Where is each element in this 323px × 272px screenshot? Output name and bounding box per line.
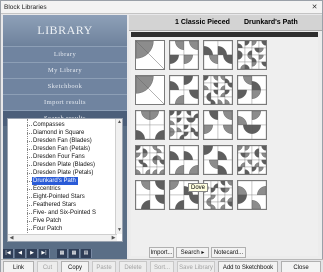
tree-item-diamond-in-square[interactable]: Diamond in Square [32,129,84,137]
grid-medium-icon[interactable]: ▦ [69,249,80,258]
block-drawing [136,181,164,209]
block-drawing [204,41,232,69]
grid-top-border [131,32,318,37]
grid-small-icon[interactable]: ▤ [81,249,92,258]
title-bar: Block Libraries ✕ [1,1,322,14]
scroll-right-icon[interactable]: ▶ [110,235,117,241]
add-to-sketchbook-button[interactable]: Add to Sketchbook [218,261,278,272]
scroll-down-icon[interactable]: ▼ [116,227,122,234]
block-grid[interactable]: Dove [131,32,318,256]
block-thumbnail[interactable] [237,110,267,140]
copy-button[interactable]: Copy [61,261,89,272]
block-drawing [238,181,266,209]
scroll-left-icon[interactable]: ◀ [8,235,15,241]
first-icon[interactable]: |◀ [3,249,14,258]
scroll-up-icon[interactable]: ▲ [116,119,122,126]
block-drawing [204,76,232,104]
block-drawing [204,181,232,209]
tree-item-four-patch[interactable]: Four Patch [32,225,62,233]
block-drawing [136,41,164,69]
block-drawing [170,41,198,69]
tree-item-drunkards-path[interactable]: Drunkard's Path [32,177,78,185]
paste-button[interactable]: Paste [92,261,116,272]
block-drawing [170,76,198,104]
tree-item-dresden-plate-blades[interactable]: Dresden Plate (Blades) [32,161,95,169]
block-thumbnail[interactable] [203,40,233,70]
nav-my-library[interactable]: My Library [3,62,127,78]
block-thumbnail[interactable] [169,110,199,140]
window-title: Block Libraries [4,4,47,11]
block-thumbnail[interactable] [203,145,233,175]
close-button[interactable]: Close [281,261,321,272]
link-library-button[interactable]: Link Library [3,261,34,272]
block-thumbnail[interactable] [135,40,165,70]
block-thumbnail[interactable] [135,145,165,175]
block-thumbnail[interactable] [237,145,267,175]
block-tooltip: Dove [188,183,209,192]
close-icon[interactable]: ✕ [310,3,319,12]
prev-icon[interactable]: ◀ [15,249,26,258]
save-library-button[interactable]: Save Library [177,261,215,272]
block-thumbnail[interactable] [203,75,233,105]
block-drawing [170,146,198,174]
last-icon[interactable]: ▶| [39,249,50,258]
block-drawing [238,146,266,174]
delete-button[interactable]: Delete [119,261,147,272]
next-icon[interactable]: ▶ [27,249,38,258]
sidebar-title: Library [3,15,127,46]
navigation-icon-bar: |◀ ◀ ▶ ▶| ▦ ▦ ▤ [3,249,125,259]
block-thumbnail[interactable] [169,40,199,70]
grid-large-icon[interactable]: ▦ [57,249,68,258]
library-tree[interactable]: Compasses Diamond in Square Dresden Fan … [7,118,123,242]
tree-item-dresden-four-fans[interactable]: Dresden Four Fans [32,153,85,161]
block-thumbnail[interactable] [135,110,165,140]
tree-item-eccentrics[interactable]: Eccentrics [32,185,61,193]
tree-item-feathered-stars[interactable]: Feathered Stars [32,201,76,209]
block-thumbnail[interactable] [237,75,267,105]
tree-item-dresden-plate-petals[interactable]: Dresden Plate (Petals) [32,169,93,177]
tree-vertical-scrollbar[interactable]: ▲ ▼ [115,119,122,234]
tree-item-eight-pointed-stars[interactable]: Eight-Pointed Stars [32,193,85,201]
block-thumbnail[interactable] [169,145,199,175]
block-drawing [136,111,164,139]
viewer-header: 1 Classic Pieced Drunkard's Path [129,15,322,31]
block-thumbnail[interactable] [203,110,233,140]
sort-button[interactable]: Sort... [150,261,174,272]
search-button[interactable]: Search ▸ [176,247,209,258]
search-label: Search [180,250,200,256]
notecard-button[interactable]: Notecard... [211,247,246,258]
block-thumbnail[interactable] [237,180,267,210]
block-drawing [136,146,164,174]
tree-item-dresden-fan-blades[interactable]: Dresden Fan (Blades) [32,137,92,145]
nav-import-results[interactable]: Import results [3,94,127,110]
block-drawing [238,41,266,69]
tree-item-five-six-pointed[interactable]: Five- and Six-Pointed S [32,209,96,217]
block-drawing [204,111,232,139]
tree-item-compasses[interactable]: Compasses [32,121,65,129]
block-drawing [238,76,266,104]
block-thumbnail[interactable] [135,75,165,105]
nav-sketchbook[interactable]: Sketchbook [3,78,127,94]
bottom-toolbar: Link Library Cut Copy Paste Delete Sort.… [1,259,323,272]
library-path-label: 1 Classic Pieced [175,19,230,26]
tree-item-five-patch[interactable]: Five Patch [32,217,61,225]
cut-button[interactable]: Cut [37,261,58,272]
block-thumbnail[interactable] [237,40,267,70]
block-drawing [238,111,266,139]
block-drawing [170,111,198,139]
block-libraries-window: Block Libraries ✕ Library Library My Lib… [0,0,323,272]
block-thumbnail[interactable] [135,180,165,210]
nav-library[interactable]: Library [3,46,127,62]
category-label: Drunkard's Path [244,19,298,26]
block-viewer: 1 Classic Pieced Drunkard's Path Dove [129,15,322,259]
tree-horizontal-scrollbar[interactable]: ◀ ▶ [8,234,117,241]
tree-item-dresden-fan-petals[interactable]: Dresden Fan (Petals) [32,145,90,153]
import-button[interactable]: Import... [149,247,174,258]
block-thumbnail[interactable] [169,75,199,105]
block-drawing [204,146,232,174]
library-sidebar: Library Library My Library Sketchbook Im… [3,15,127,259]
block-drawing [136,76,164,104]
